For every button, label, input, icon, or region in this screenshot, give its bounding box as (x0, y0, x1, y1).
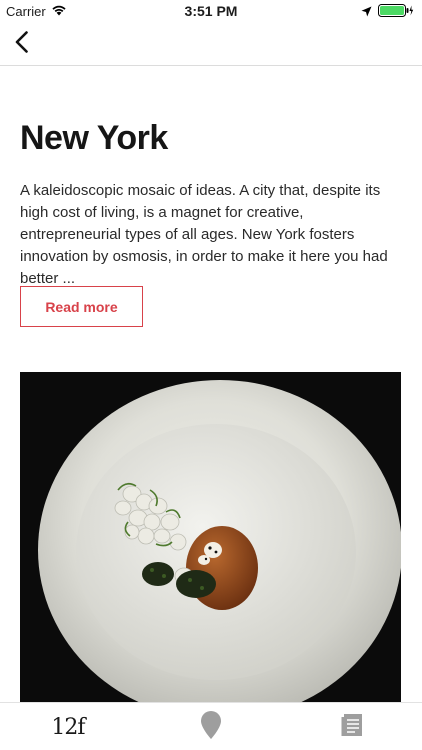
tab-articles[interactable] (312, 703, 392, 750)
tab-bar: 12f (0, 702, 422, 750)
article-description: A kaleidoscopic mosaic of ideas. A city … (20, 182, 388, 287)
location-arrow-icon (361, 5, 372, 20)
read-more-button[interactable]: Read more (20, 286, 143, 327)
map-pin-icon (200, 710, 222, 745)
status-time: 3:51 PM (184, 3, 238, 19)
status-right (361, 4, 414, 20)
tab-home[interactable]: 12f (28, 703, 108, 750)
navigation-bar (0, 22, 422, 66)
document-list-icon (341, 713, 363, 742)
battery-charging-icon (378, 4, 414, 20)
brand-logo-icon: 12f (51, 714, 85, 740)
page-title: New York (20, 119, 168, 157)
plated-dish-photo (20, 372, 401, 702)
tab-map[interactable] (171, 703, 251, 750)
back-button[interactable] (6, 28, 38, 60)
chevron-left-icon (15, 30, 29, 58)
status-bar: Carrier 3:51 PM (0, 0, 422, 22)
